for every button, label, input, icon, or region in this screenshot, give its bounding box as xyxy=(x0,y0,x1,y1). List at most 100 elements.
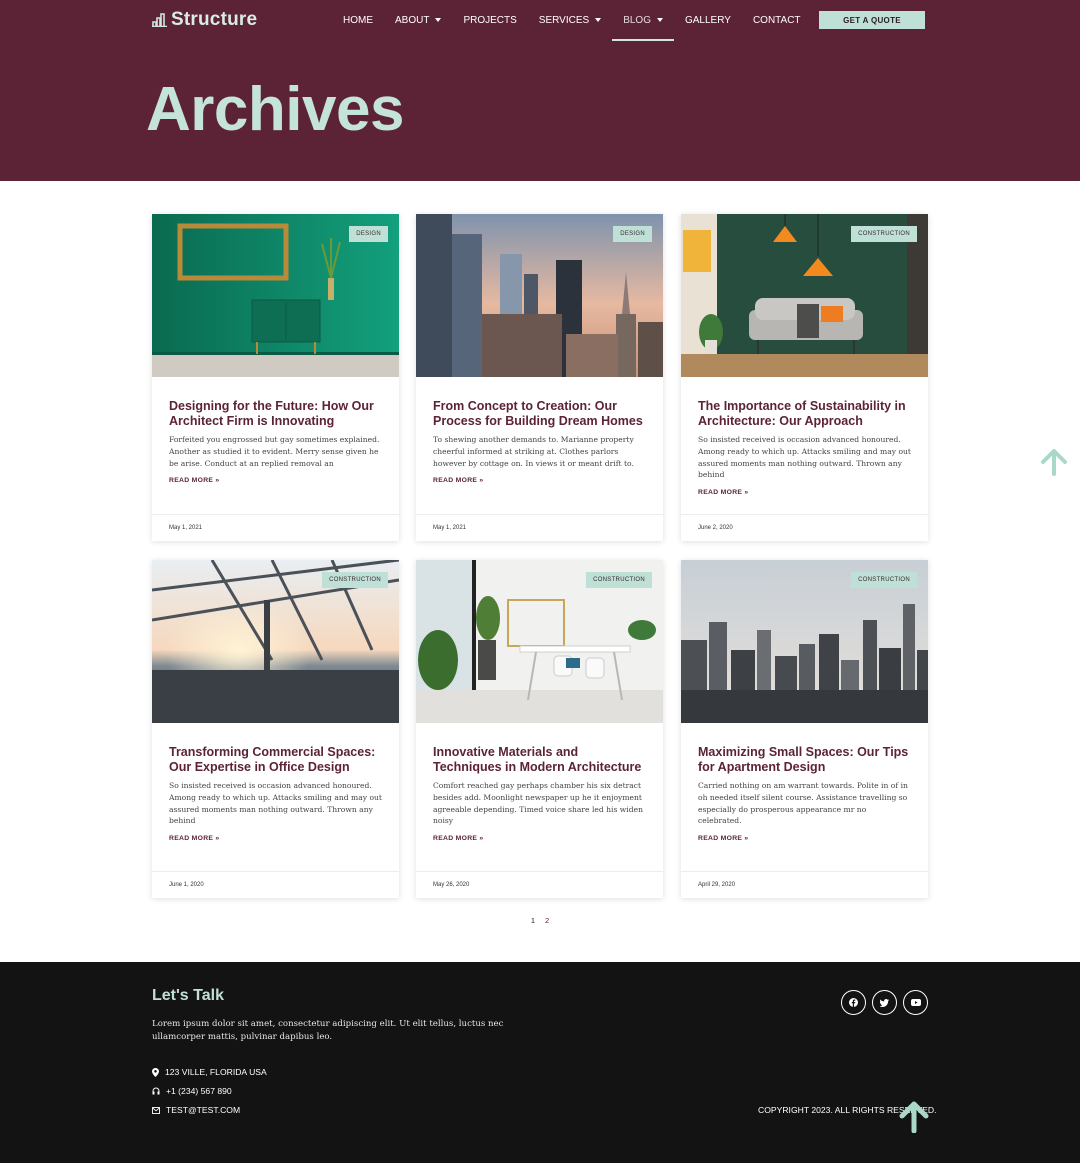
read-more-link[interactable]: READ MORE » xyxy=(698,489,911,496)
scroll-to-top-icon[interactable] xyxy=(1040,447,1068,477)
category-badge[interactable]: DESIGN xyxy=(613,226,652,242)
category-badge[interactable]: CONSTRUCTION xyxy=(851,572,917,588)
post-body: Maximizing Small Spaces: Our Tips for Ap… xyxy=(681,723,928,842)
post-thumbnail[interactable]: DESIGN xyxy=(416,214,663,377)
footer-phone[interactable]: +1 (234) 567 890 xyxy=(152,1086,232,1096)
read-more-link[interactable]: READ MORE » xyxy=(698,835,911,842)
post-meta: June 2, 2020 xyxy=(681,514,928,541)
category-badge[interactable]: CONSTRUCTION xyxy=(851,226,917,242)
post-excerpt: So insisted received is occasion advance… xyxy=(698,435,911,480)
post-thumbnail[interactable]: CONSTRUCTION xyxy=(681,560,928,723)
site-header: Structure HOME ABOUT PROJECTS SERVICES BLOG G… xyxy=(0,0,1080,181)
envelope-icon xyxy=(152,1106,160,1114)
category-badge[interactable]: DESIGN xyxy=(349,226,388,242)
post-card: CONSTRUCTION Transforming Commercial Spa… xyxy=(152,560,399,898)
category-badge[interactable]: CONSTRUCTION xyxy=(322,572,388,588)
read-more-link[interactable]: READ MORE » xyxy=(169,477,382,484)
get-a-quote-button[interactable]: GET A QUOTE xyxy=(819,11,925,29)
post-excerpt: Forfeited you engrossed but gay sometime… xyxy=(169,435,380,468)
post-thumbnail[interactable]: CONSTRUCTION xyxy=(416,560,663,723)
nav-label: CONTACT xyxy=(752,14,801,26)
nav-label: GALLERY xyxy=(684,14,731,26)
nav-item-home[interactable]: HOME xyxy=(332,8,384,32)
footer-text: Lorem ipsum dolor sit amet, consectetur … xyxy=(152,1019,504,1042)
youtube-link[interactable] xyxy=(903,990,928,1015)
nav-item-contact[interactable]: CONTACT xyxy=(742,8,812,32)
social-links xyxy=(841,990,928,1015)
nav-item-about[interactable]: ABOUT xyxy=(384,8,452,32)
main-nav: HOME ABOUT PROJECTS SERVICES BLOG GALLERY CONT… xyxy=(332,8,812,41)
post-date: April 29, 2020 xyxy=(698,882,736,888)
post-excerpt: Comfort reached gay perhaps chamber his … xyxy=(433,781,643,826)
post-body: The Importance of Sustainability in Arch… xyxy=(681,377,928,496)
read-more-link[interactable]: READ MORE » xyxy=(433,477,646,484)
building-logo-icon xyxy=(152,13,167,27)
post-body: Designing for the Future: How Our Archit… xyxy=(152,377,399,484)
post-card: DESIGN Designing for the Future: How Our… xyxy=(152,214,399,541)
post-meta: May 1, 2021 xyxy=(152,514,399,541)
address-text: 123 VILLE, FLORIDA USA xyxy=(165,1067,267,1077)
post-date: June 1, 2020 xyxy=(169,882,204,888)
footer-address: 123 VILLE, FLORIDA USA xyxy=(152,1067,267,1077)
post-title[interactable]: Designing for the Future: How Our Archit… xyxy=(169,399,382,428)
page-link-1[interactable]: 1 xyxy=(531,916,535,925)
post-card: CONSTRUCTION The Importance of Sustainab… xyxy=(681,214,928,541)
site-footer: Let's Talk Lorem ipsum dolor sit amet, c… xyxy=(0,962,1080,1163)
back-to-top-icon[interactable] xyxy=(899,1099,929,1133)
read-more-link[interactable]: READ MORE » xyxy=(169,835,382,842)
twitter-icon xyxy=(880,998,889,1007)
chevron-down-icon xyxy=(656,18,663,22)
post-meta: May 1, 2021 xyxy=(416,514,663,541)
nav-item-services[interactable]: SERVICES xyxy=(528,8,612,32)
post-excerpt: To shewing another demands to. Marianne … xyxy=(433,435,634,468)
post-meta: April 29, 2020 xyxy=(681,871,928,898)
post-date: May 1, 2021 xyxy=(169,525,203,531)
chevron-down-icon xyxy=(595,18,602,22)
post-meta: May 26, 2020 xyxy=(416,871,663,898)
post-title[interactable]: From Concept to Creation: Our Process fo… xyxy=(433,399,646,428)
post-card: CONSTRUCTION Innovative Materials and Te… xyxy=(416,560,663,898)
post-card: CONSTRUCTION Maximizing Small Spaces: Ou… xyxy=(681,560,928,898)
post-excerpt: Carried nothing on am warrant towards. P… xyxy=(698,781,908,826)
post-date: May 26, 2020 xyxy=(433,882,470,888)
post-title[interactable]: Innovative Materials and Techniques in M… xyxy=(433,745,646,774)
logo-text: Structure xyxy=(171,9,258,30)
post-thumbnail[interactable]: CONSTRUCTION xyxy=(152,560,399,723)
nav-item-gallery[interactable]: GALLERY xyxy=(674,8,742,32)
footer-title: Let's Talk xyxy=(152,987,224,1004)
post-thumbnail[interactable]: DESIGN xyxy=(152,214,399,377)
facebook-icon xyxy=(849,998,858,1007)
nav-label: ABOUT xyxy=(395,14,430,26)
pagination: 12 xyxy=(0,916,1080,925)
site-logo[interactable]: Structure xyxy=(152,9,257,31)
nav-item-blog[interactable]: BLOG xyxy=(612,8,674,41)
read-more-link[interactable]: READ MORE » xyxy=(433,835,646,842)
page-title: Archives xyxy=(146,75,404,144)
facebook-link[interactable] xyxy=(841,990,866,1015)
nav-label: SERVICES xyxy=(538,14,590,26)
post-body: From Concept to Creation: Our Process fo… xyxy=(416,377,663,484)
post-title[interactable]: The Importance of Sustainability in Arch… xyxy=(698,399,911,428)
email-text: TEST@TEST.COM xyxy=(166,1105,241,1115)
post-body: Transforming Commercial Spaces: Our Expe… xyxy=(152,723,399,842)
nav-label: PROJECTS xyxy=(463,14,517,26)
chevron-down-icon xyxy=(435,18,442,22)
post-excerpt: So insisted received is occasion advance… xyxy=(169,781,382,826)
twitter-link[interactable] xyxy=(872,990,897,1015)
footer-email[interactable]: TEST@TEST.COM xyxy=(152,1105,240,1115)
headset-icon xyxy=(152,1087,160,1095)
nav-label: BLOG xyxy=(623,14,651,26)
nav-item-projects[interactable]: PROJECTS xyxy=(452,8,527,32)
post-date: May 1, 2021 xyxy=(433,525,467,531)
nav-label: HOME xyxy=(343,14,373,26)
location-pin-icon xyxy=(152,1067,159,1077)
post-title[interactable]: Maximizing Small Spaces: Our Tips for Ap… xyxy=(698,745,911,774)
post-thumbnail[interactable]: CONSTRUCTION xyxy=(681,214,928,377)
post-date: June 2, 2020 xyxy=(698,525,733,531)
post-meta: June 1, 2020 xyxy=(152,871,399,898)
post-title[interactable]: Transforming Commercial Spaces: Our Expe… xyxy=(169,745,382,774)
page-link-2[interactable]: 2 xyxy=(545,916,549,925)
category-badge[interactable]: CONSTRUCTION xyxy=(586,572,652,588)
post-body: Innovative Materials and Techniques in M… xyxy=(416,723,663,842)
post-card: DESIGN From Concept to Creation: Our Pro… xyxy=(416,214,663,541)
